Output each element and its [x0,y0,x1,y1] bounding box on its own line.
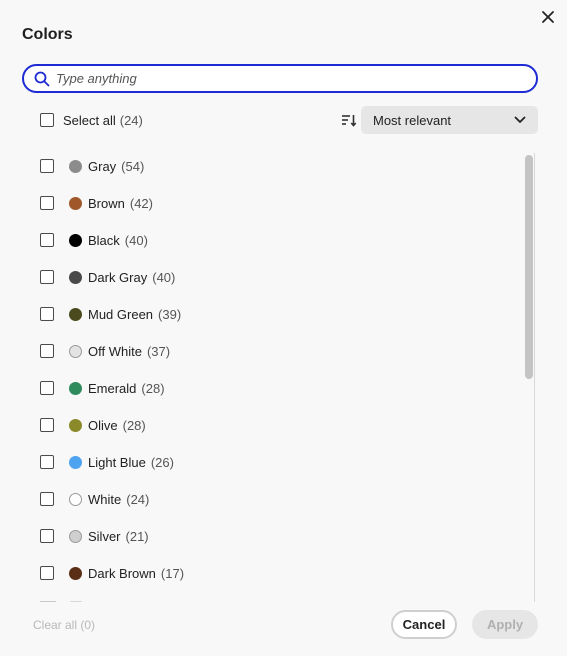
list-item[interactable]: Off White (37) [40,343,170,359]
color-checkbox[interactable] [40,566,54,580]
color-name: Mud Green [88,306,154,322]
color-swatch [69,529,82,543]
color-count: (40) [152,269,176,285]
color-swatch [69,307,82,321]
list-item[interactable]: Light Blue (26) [40,454,174,470]
list-item[interactable]: Dark Brown (17) [40,565,184,581]
sort-dropdown-value: Most relevant [373,112,452,128]
color-count: (24) [126,491,150,507]
select-all-row[interactable]: Select all (24) [40,112,143,128]
search-box[interactable] [22,64,538,93]
color-count: (28) [141,380,165,396]
color-count: (54) [121,158,145,174]
select-all-count: (24) [119,112,143,128]
colors-filter-dialog: Colors Select all (24) Most relevant [0,0,567,656]
color-checkbox[interactable] [40,344,54,358]
apply-button[interactable]: Apply [472,610,538,639]
close-button[interactable] [535,4,561,30]
color-swatch [69,381,82,395]
scrollbar-thumb[interactable] [525,155,533,379]
chevron-down-icon [514,116,526,123]
clear-all-link[interactable]: Clear all (0) [33,618,95,632]
list-item[interactable]: White (24) [40,491,149,507]
color-swatch [69,270,82,284]
color-name: White [88,491,122,507]
close-icon [542,11,554,23]
list-item[interactable]: Olive (28) [40,417,146,433]
search-icon [33,70,51,88]
color-checkbox[interactable] [40,418,54,432]
color-name: Emerald [88,380,137,396]
list-item[interactable]: Dark Gray (40) [40,269,175,285]
list-item[interactable]: Mud Green (39) [40,306,181,322]
color-count: (40) [124,232,148,248]
color-name: Brown [88,195,125,211]
color-name: Black [88,232,120,248]
color-name: Gray [88,158,117,174]
select-all-checkbox[interactable] [40,113,54,127]
color-name: Light Blue [88,454,146,470]
color-checkbox[interactable] [40,381,54,395]
color-checkbox[interactable] [40,196,54,210]
list-item[interactable]: Emerald (28) [40,380,165,396]
list-item[interactable]: Black (40) [40,232,148,248]
color-count: (42) [129,195,153,211]
color-name: Off White [88,343,142,359]
color-count: (28) [122,417,146,433]
color-count: (21) [125,528,149,544]
color-name: Silver [88,528,121,544]
color-name: Dark Brown [88,565,156,581]
clipped-list-item [40,601,82,602]
cancel-button[interactable]: Cancel [391,610,457,639]
color-count: (37) [146,343,171,359]
sort-icon[interactable] [340,112,358,128]
color-checkbox[interactable] [40,233,54,247]
scrollbar[interactable] [524,153,536,602]
sort-dropdown[interactable]: Most relevant [361,106,538,134]
color-checkbox[interactable] [40,270,54,284]
color-checkbox[interactable] [40,529,54,543]
color-checkbox[interactable] [40,455,54,469]
color-swatch [69,418,82,432]
color-count: (39) [158,306,182,322]
color-list: Gray (54) Brown (42) Black (40) Dark Gra… [0,147,567,602]
color-swatch [69,344,82,358]
select-all-label: Select all [63,112,116,128]
color-name: Olive [88,417,118,433]
color-checkbox[interactable] [40,307,54,321]
list-item[interactable]: Brown (42) [40,195,153,211]
search-input[interactable] [56,71,496,86]
color-count: (26) [150,454,174,470]
color-swatch [69,566,82,580]
color-count: (17) [160,565,185,581]
list-item[interactable]: Silver (21) [40,528,149,544]
color-swatch [69,196,82,210]
list-item[interactable]: Gray (54) [40,158,144,174]
dialog-title: Colors [22,26,73,43]
color-swatch [69,159,82,173]
color-swatch [69,455,82,469]
color-swatch [69,492,82,506]
color-swatch [69,233,82,247]
color-checkbox[interactable] [40,159,54,173]
color-name: Dark Gray [88,269,148,285]
color-checkbox[interactable] [40,492,54,506]
